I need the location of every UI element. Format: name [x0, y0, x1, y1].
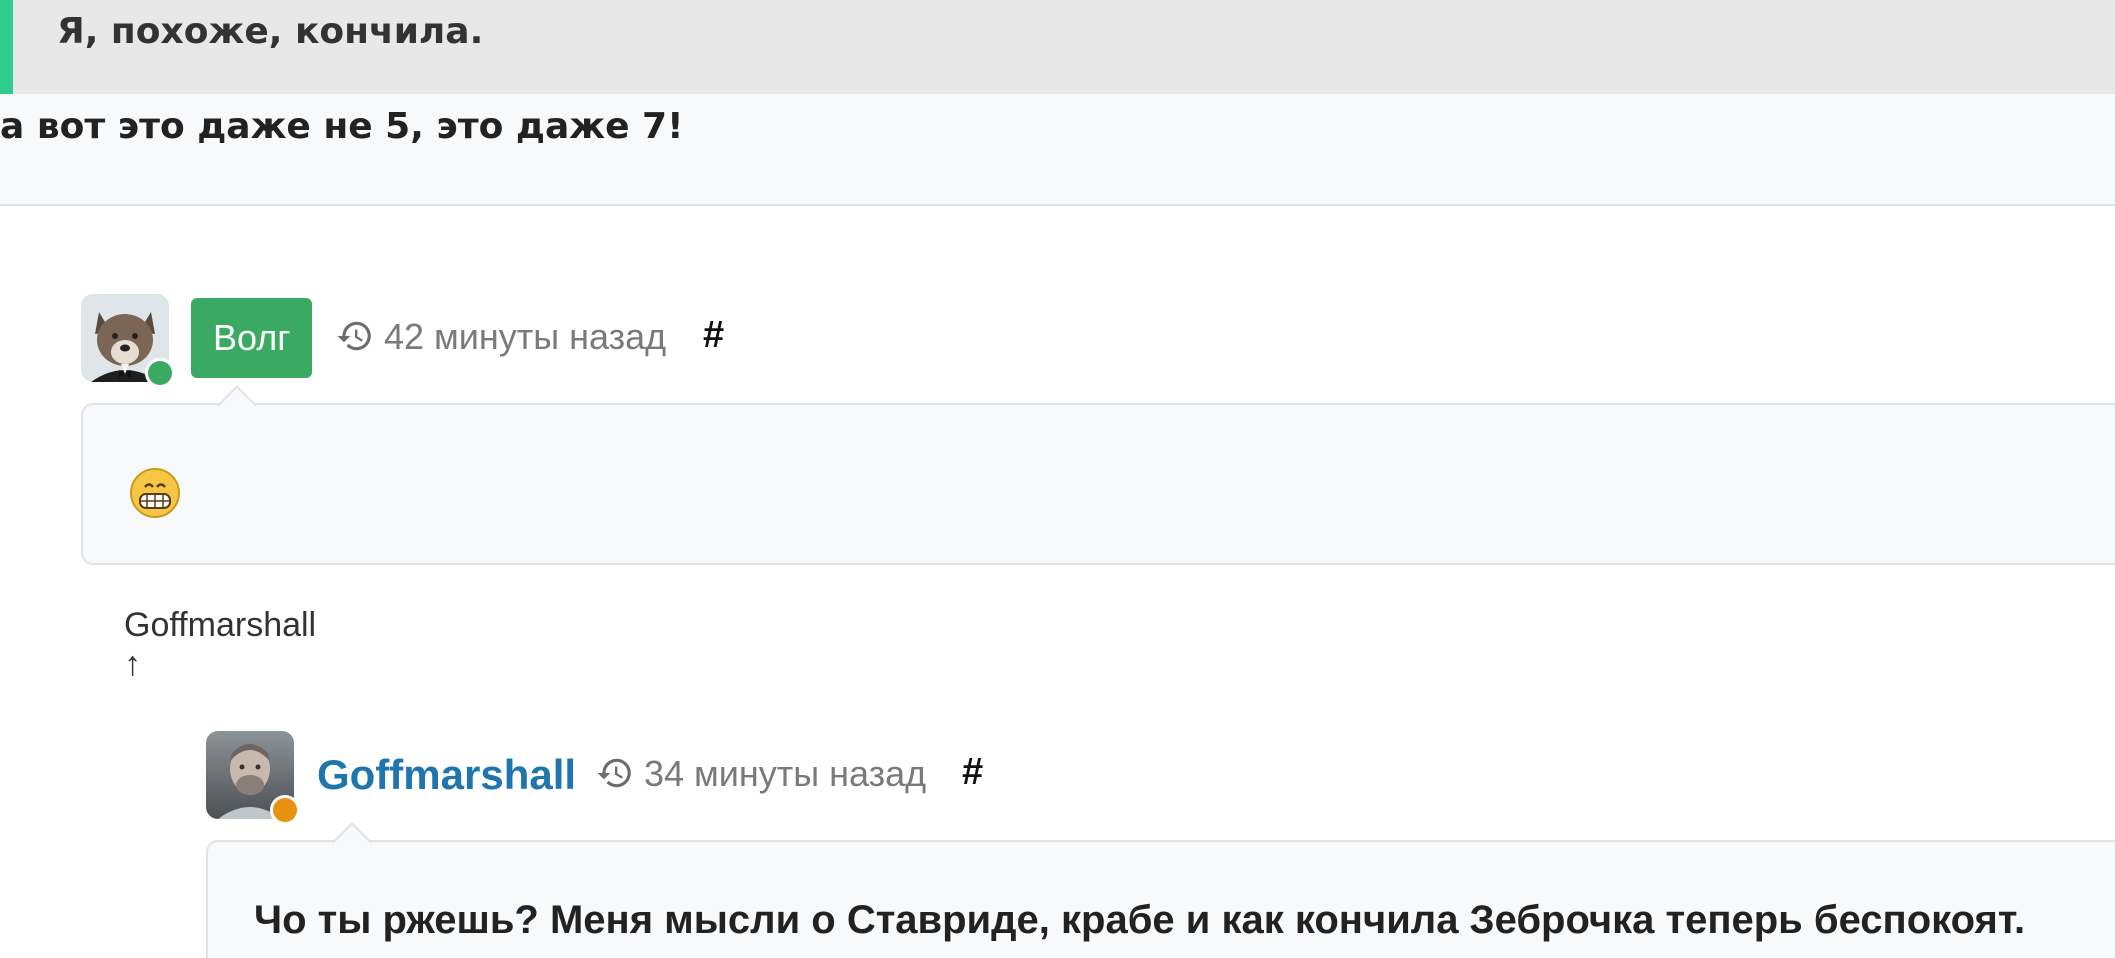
online-status-dot — [145, 358, 175, 388]
bubble-caret — [217, 385, 257, 425]
comments-page: Я, похоже, кончила. а вот это даже не 5,… — [0, 0, 2115, 958]
avatar[interactable] — [206, 731, 300, 825]
reply-to-link[interactable]: Goffmarshall ↑ — [124, 606, 316, 684]
comment-bubble: Чо ты ржешь? Меня мысли о Ставриде, краб… — [206, 822, 2115, 958]
comment-time[interactable]: 42 минуты назад — [336, 316, 666, 358]
avatar[interactable] — [81, 294, 175, 388]
grinning-face-emoji-icon — [129, 467, 181, 523]
history-icon — [597, 758, 631, 788]
parent-comment-text: а вот это даже не 5, это даже 7! — [0, 106, 684, 147]
author-link[interactable]: Goffmarshall — [317, 751, 576, 799]
quote-block: Я, похоже, кончила. — [0, 0, 2115, 94]
comment-time[interactable]: 34 минуты назад — [596, 753, 926, 795]
time-label: 42 минуты назад — [384, 316, 667, 357]
permalink-hash[interactable]: # — [703, 314, 724, 357]
quote-accent-bar — [0, 0, 13, 94]
bubble-caret — [332, 822, 372, 862]
history-icon — [337, 321, 371, 351]
permalink-hash[interactable]: # — [962, 751, 983, 794]
comment-bubble — [81, 385, 2115, 565]
away-status-dot — [270, 795, 300, 825]
quote-text: Я, похоже, кончила. — [57, 11, 484, 52]
comment-text: Чо ты ржешь? Меня мысли о Ставриде, краб… — [254, 898, 2026, 942]
author-badge[interactable]: Волг — [191, 298, 313, 378]
time-label: 34 минуты назад — [644, 753, 927, 794]
parent-comment-body: а вот это даже не 5, это даже 7! — [0, 94, 2115, 206]
emoji-grin-svg — [130, 468, 180, 518]
